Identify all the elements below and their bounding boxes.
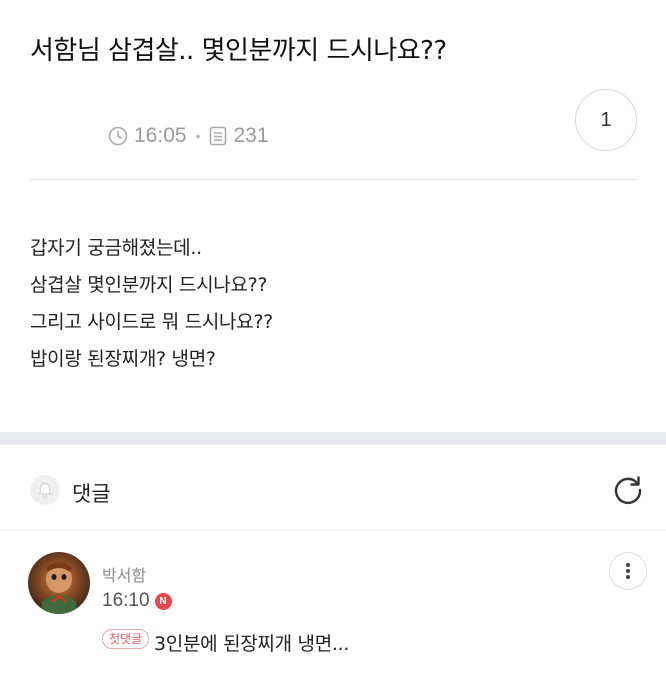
more-options-button[interactable]: [609, 552, 647, 590]
comments-header: 댓글: [0, 445, 666, 531]
comment-author[interactable]: 박서함: [102, 562, 146, 586]
clock-icon: [108, 126, 128, 146]
refresh-icon[interactable]: [611, 473, 645, 507]
new-badge: N: [154, 592, 172, 610]
title-divider: [30, 179, 638, 180]
post-views: 231: [233, 124, 269, 147]
meta-separator: •: [195, 128, 201, 144]
bell-icon[interactable]: [30, 475, 60, 505]
section-separator: [0, 432, 666, 445]
post-title: 서함님 삼겹살.. 몇인분까지 드시나요??: [30, 36, 447, 66]
document-icon: [210, 126, 227, 146]
comment-text: 3인분에 된장찌개 냉면...: [154, 633, 350, 655]
post-body-line: 밥이랑 된장찌개? 냉면?: [30, 348, 216, 370]
comment-item: 박서함 16:10 N 첫댓글 3인분에 된장찌개 냉면...: [0, 532, 666, 680]
comment-count-button[interactable]: 1: [575, 89, 637, 151]
post-body-line: 갑자기 궁금해졌는데..: [30, 237, 202, 259]
comment-time: 16:10: [102, 590, 150, 611]
post-body-line: 삼겹살 몇인분까지 드시나요??: [30, 274, 268, 296]
avatar[interactable]: [28, 552, 90, 614]
post-meta: 16:05 • 231: [108, 124, 269, 148]
comment-time-row: 16:10 N: [102, 590, 172, 612]
more-vertical-icon: [626, 563, 630, 579]
post-body: 갑자기 궁금해졌는데.. 삼겹살 몇인분까지 드시나요?? 그리고 사이드로 뭐…: [30, 230, 273, 378]
first-comment-badge: 첫댓글: [102, 629, 150, 649]
comments-label: 댓글: [72, 482, 111, 506]
comment-count: 1: [600, 108, 612, 131]
post-body-line: 그리고 사이드로 뭐 드시나요??: [30, 311, 273, 333]
post-time: 16:05: [134, 124, 187, 147]
